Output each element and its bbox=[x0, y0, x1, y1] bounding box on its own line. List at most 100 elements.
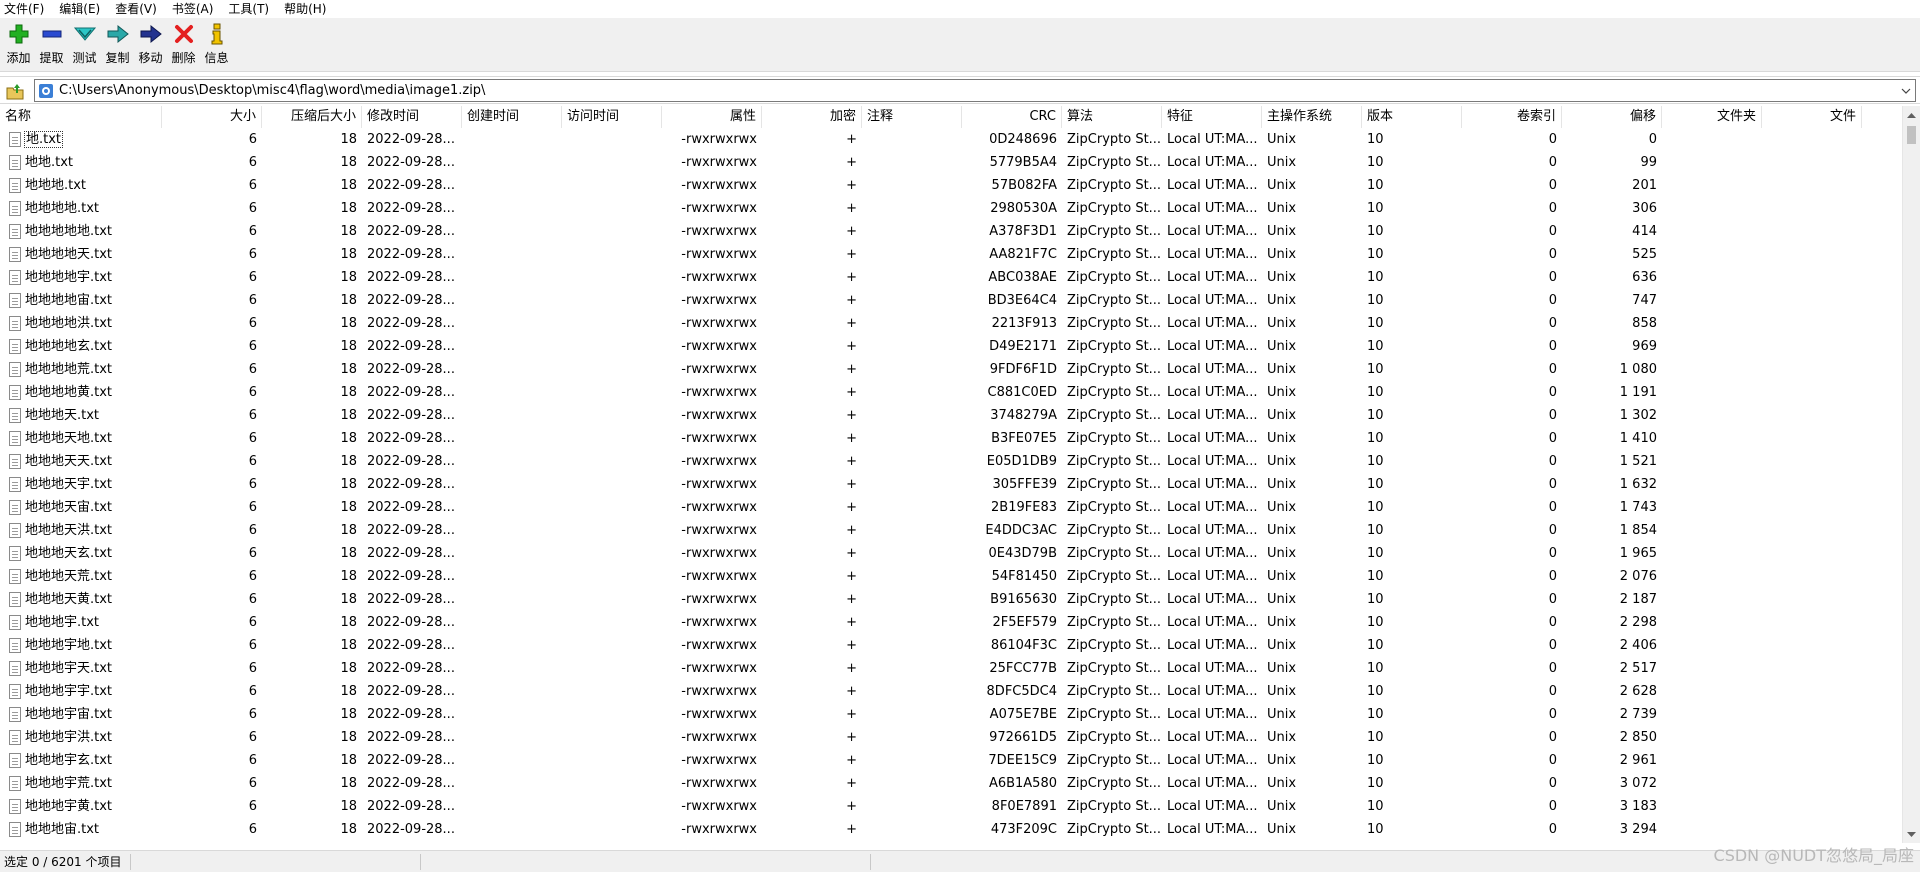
path-input[interactable]: C:\Users\Anonymous\Desktop\misc4\flag\wo… bbox=[34, 79, 1916, 102]
table-row[interactable]: 地地地地宙.txt 6 18 2022-09-28... -rwxrwxrwx + BD3E… bbox=[0, 289, 1902, 312]
col-encrypted[interactable]: 加密 bbox=[762, 106, 862, 128]
col-name[interactable]: 名称 bbox=[0, 106, 162, 128]
file-crc: 305FFE39 bbox=[992, 477, 1057, 492]
table-row[interactable]: 地地地地地.txt 6 18 2022-09-28... -rwxrwxrwx + A378… bbox=[0, 220, 1902, 243]
file-host-os: Unix bbox=[1267, 454, 1297, 469]
file-name-text: 地地地宇.txt bbox=[25, 615, 100, 630]
col-files[interactable]: 文件 bbox=[1762, 106, 1862, 128]
menu-edit[interactable]: 编辑(E) bbox=[59, 0, 100, 18]
file-crc: 9FDF6F1D bbox=[989, 362, 1057, 377]
col-folders[interactable]: 文件夹 bbox=[1662, 106, 1762, 128]
col-packed-size[interactable]: 压缩后大小 bbox=[262, 106, 362, 128]
table-row[interactable]: 地地地宇宙.txt 6 18 2022-09-28... -rwxrwxrwx + A075… bbox=[0, 703, 1902, 726]
menu-file[interactable]: 文件(F) bbox=[4, 0, 44, 18]
test-button[interactable]: 测试 bbox=[68, 22, 101, 71]
file-modified: 2022-09-28... bbox=[367, 339, 455, 354]
table-row[interactable]: 地地地宇地.txt 6 18 2022-09-28... -rwxrwxrwx +8610… bbox=[0, 634, 1902, 657]
table-row[interactable]: 地地地天宙.txt 6 18 2022-09-28... -rwxrwxrwx +2B19… bbox=[0, 496, 1902, 519]
scroll-down-icon[interactable] bbox=[1903, 826, 1920, 843]
table-row[interactable]: 地地地宇.txt 6 18 2022-09-28... -rwxrwxrwx +2F5EF… bbox=[0, 611, 1902, 634]
table-row[interactable]: 地地地地玄.txt 6 18 2022-09-28... -rwxrwxrwx + D49E… bbox=[0, 335, 1902, 358]
table-row[interactable]: 地地地宇宇.txt 6 18 2022-09-28... -rwxrwxrwx +8DFC… bbox=[0, 680, 1902, 703]
file-packed-size: 18 bbox=[340, 638, 357, 653]
file-name: 地地地地荒.txt bbox=[20, 358, 162, 381]
col-host-os[interactable]: 主操作系统 bbox=[1262, 106, 1362, 128]
col-volume-index[interactable]: 卷索引 bbox=[1462, 106, 1562, 128]
table-row[interactable]: 地地地天玄.txt 6 18 2022-09-28... -rwxrwxrwx +0E43… bbox=[0, 542, 1902, 565]
chevron-down-icon[interactable] bbox=[1899, 83, 1913, 99]
move-button[interactable]: 移动 bbox=[134, 22, 167, 71]
table-row[interactable]: 地地地天洪.txt 6 18 2022-09-28... -rwxrwxrwx + E4DD… bbox=[0, 519, 1902, 542]
table-row[interactable]: 地地.txt 6 18 2022-09-28... -rwxrwxrwx +5779B5A… bbox=[0, 151, 1902, 174]
file-host-os: Unix bbox=[1267, 569, 1297, 584]
table-row[interactable]: 地地地天.txt 6 18 2022-09-28... -rwxrwxrwx +37482… bbox=[0, 404, 1902, 427]
table-row[interactable]: 地地地宙.txt 6 18 2022-09-28... -rwxrwxrwx +473F2… bbox=[0, 818, 1902, 841]
file-crc: 54F81450 bbox=[991, 569, 1057, 584]
scroll-thumb[interactable] bbox=[1907, 126, 1916, 144]
scroll-up-icon[interactable] bbox=[1903, 106, 1920, 123]
up-folder-button[interactable] bbox=[4, 80, 26, 102]
file-encrypted: + bbox=[846, 293, 857, 308]
delete-button[interactable]: 删除 bbox=[167, 22, 200, 71]
menu-view[interactable]: 查看(V) bbox=[115, 0, 157, 18]
file-packed-size: 18 bbox=[340, 477, 357, 492]
table-row[interactable]: 地地地.txt 6 18 2022-09-28... -rwxrwxrwx +57B082… bbox=[0, 174, 1902, 197]
col-offset[interactable]: 偏移 bbox=[1562, 106, 1662, 128]
file-volume-index: 0 bbox=[1548, 454, 1557, 469]
table-row[interactable]: 地.txt 6 18 2022-09-28... -rwxrwxrwx +0D248696… bbox=[0, 128, 1902, 151]
table-row[interactable]: 地地地宇天.txt 6 18 2022-09-28... -rwxrwxrwx +25FC… bbox=[0, 657, 1902, 680]
col-method[interactable]: 算法 bbox=[1062, 106, 1162, 128]
table-row[interactable]: 地地地地宇.txt 6 18 2022-09-28... -rwxrwxrwx + ABC0… bbox=[0, 266, 1902, 289]
table-row[interactable]: 地地地宇玄.txt 6 18 2022-09-28... -rwxrwxrwx +7DEE… bbox=[0, 749, 1902, 772]
extract-button[interactable]: 提取 bbox=[35, 22, 68, 71]
col-crc[interactable]: CRC bbox=[962, 106, 1062, 128]
table-row[interactable]: 地地地地洪.txt 6 18 2022-09-28... -rwxrwxrwx +2213… bbox=[0, 312, 1902, 335]
table-row[interactable]: 地地地宇黄.txt 6 18 2022-09-28... -rwxrwxrwx +8F0E… bbox=[0, 795, 1902, 818]
file-name: 地地地宇黄.txt bbox=[20, 795, 162, 818]
col-characteristics[interactable]: 特征 bbox=[1162, 106, 1262, 128]
table-row[interactable]: 地地地地荒.txt 6 18 2022-09-28... -rwxrwxrwx +9FDF… bbox=[0, 358, 1902, 381]
file-list[interactable]: 地.txt 6 18 2022-09-28... -rwxrwxrwx +0D248696… bbox=[0, 128, 1902, 843]
table-row[interactable]: 地地地天天.txt 6 18 2022-09-28... -rwxrwxrwx + E05D… bbox=[0, 450, 1902, 473]
table-row[interactable]: 地地地地天.txt 6 18 2022-09-28... -rwxrwxrwx + AA82… bbox=[0, 243, 1902, 266]
col-created[interactable]: 创建时间 bbox=[462, 106, 562, 128]
table-row[interactable]: 地地地天荒.txt 6 18 2022-09-28... -rwxrwxrwx +54F8… bbox=[0, 565, 1902, 588]
col-version[interactable]: 版本 bbox=[1362, 106, 1462, 128]
file-offset: 3 183 bbox=[1619, 799, 1657, 814]
table-row[interactable]: 地地地天黄.txt 6 18 2022-09-28... -rwxrwxrwx + B916… bbox=[0, 588, 1902, 611]
file-version: 10 bbox=[1367, 385, 1384, 400]
col-size[interactable]: 大小 bbox=[162, 106, 262, 128]
file-name-text: 地地地地黄.txt bbox=[25, 385, 113, 400]
table-row[interactable]: 地地地天地.txt 6 18 2022-09-28... -rwxrwxrwx + B3FE… bbox=[0, 427, 1902, 450]
file-offset: 99 bbox=[1640, 155, 1657, 170]
file-name-text: 地地地宇宇.txt bbox=[25, 684, 113, 699]
menu-help[interactable]: 帮助(H) bbox=[284, 0, 326, 18]
file-method: ZipCrypto St... bbox=[1067, 293, 1162, 308]
copy-button[interactable]: 复制 bbox=[101, 22, 134, 71]
col-accessed[interactable]: 访问时间 bbox=[562, 106, 662, 128]
file-name-text: 地地地天地.txt bbox=[25, 431, 113, 446]
file-method: ZipCrypto St... bbox=[1067, 799, 1162, 814]
file-size: 6 bbox=[248, 408, 257, 423]
file-characteristics: Local UT:MA... bbox=[1167, 546, 1258, 561]
file-packed-size: 18 bbox=[340, 707, 357, 722]
table-row[interactable]: 地地地宇荒.txt 6 18 2022-09-28... -rwxrwxrwx + A6B1… bbox=[0, 772, 1902, 795]
col-comment[interactable]: 注释 bbox=[862, 106, 962, 128]
menu-tools[interactable]: 工具(T) bbox=[228, 0, 269, 18]
file-offset: 2 739 bbox=[1619, 707, 1657, 722]
table-row[interactable]: 地地地宇洪.txt 6 18 2022-09-28... -rwxrwxrwx +9726… bbox=[0, 726, 1902, 749]
table-row[interactable]: 地地地天宇.txt 6 18 2022-09-28... -rwxrwxrwx +305F… bbox=[0, 473, 1902, 496]
table-row[interactable]: 地地地地黄.txt 6 18 2022-09-28... -rwxrwxrwx + C881… bbox=[0, 381, 1902, 404]
menu-bookmarks[interactable]: 书签(A) bbox=[172, 0, 214, 18]
file-encrypted: + bbox=[846, 155, 857, 170]
file-method: ZipCrypto St... bbox=[1067, 270, 1162, 285]
file-modified: 2022-09-28... bbox=[367, 224, 455, 239]
file-encrypted: + bbox=[846, 247, 857, 262]
info-button[interactable]: 信息 bbox=[200, 22, 233, 71]
file-attributes: -rwxrwxrwx bbox=[681, 201, 757, 216]
table-row[interactable]: 地地地地.txt 6 18 2022-09-28... -rwxrwxrwx +29805… bbox=[0, 197, 1902, 220]
add-button[interactable]: 添加 bbox=[2, 22, 35, 71]
vertical-scrollbar[interactable] bbox=[1902, 106, 1920, 843]
col-attributes[interactable]: 属性 bbox=[662, 106, 762, 128]
col-modified[interactable]: 修改时间 bbox=[362, 106, 462, 128]
